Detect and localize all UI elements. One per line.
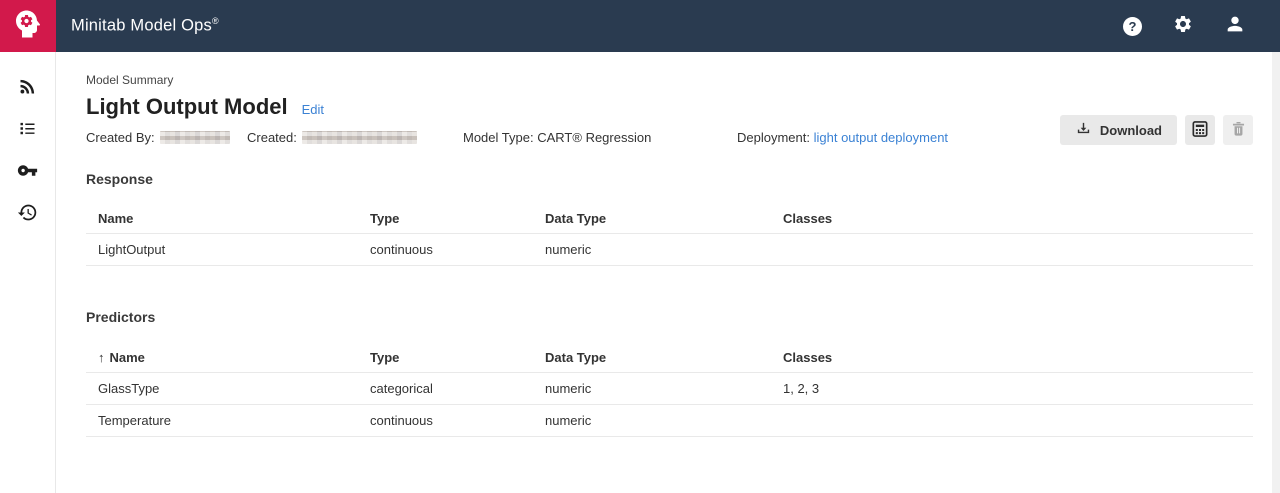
sidebar-item-feeds[interactable] — [17, 76, 38, 97]
sort-ascending-icon: ↑ — [98, 350, 105, 365]
download-icon — [1075, 120, 1092, 140]
response-col-classes[interactable]: Classes — [771, 203, 1253, 233]
response-section-heading: Response — [86, 171, 1253, 187]
predictors-col-name[interactable]: ↑Name — [86, 343, 358, 373]
created-by-label: Created By: — [86, 130, 155, 145]
cell-name: GlassType — [86, 373, 358, 405]
key-icon — [17, 168, 38, 185]
delete-button[interactable] — [1223, 115, 1253, 145]
account-icon[interactable] — [1224, 13, 1246, 40]
edit-link[interactable]: Edit — [302, 102, 324, 117]
scoring-grid-button[interactable] — [1185, 115, 1215, 145]
history-icon — [17, 210, 38, 227]
cell-type: continuous — [358, 405, 533, 437]
cell-data-type: numeric — [533, 373, 771, 405]
sidebar-item-history[interactable] — [17, 202, 38, 223]
sidebar-item-list[interactable] — [17, 118, 38, 139]
deployment-label: Deployment: — [737, 130, 810, 145]
response-col-data-type[interactable]: Data Type — [533, 203, 771, 233]
registered-mark: ® — [212, 16, 219, 26]
help-icon[interactable]: ? — [1123, 17, 1142, 36]
app-title: Minitab Model Ops® — [71, 16, 219, 36]
side-nav — [0, 52, 56, 493]
predictors-header-row: ↑Name Type Data Type Classes — [86, 343, 1253, 373]
sidebar-item-keys[interactable] — [17, 160, 38, 181]
deployment-link[interactable]: light output deployment — [814, 130, 948, 145]
cell-data-type: numeric — [533, 233, 771, 265]
predictors-col-data-type[interactable]: Data Type — [533, 343, 771, 373]
top-bar: Minitab Model Ops® ? — [0, 0, 1280, 52]
brand-logo[interactable] — [0, 0, 56, 52]
table-row: Temperature continuous numeric — [86, 405, 1253, 437]
created-by-value-redacted — [160, 131, 230, 144]
delete-icon — [1229, 119, 1248, 141]
predictors-col-type[interactable]: Type — [358, 343, 533, 373]
cell-name: Temperature — [86, 405, 358, 437]
response-header-row: Name Type Data Type Classes — [86, 203, 1253, 233]
table-row: LightOutput continuous numeric — [86, 233, 1253, 265]
cell-type: continuous — [358, 233, 533, 265]
predictors-col-classes[interactable]: Classes — [771, 343, 1253, 373]
cell-type: categorical — [358, 373, 533, 405]
model-type-label: Model Type: — [463, 130, 534, 145]
cell-classes: 1, 2, 3 — [771, 373, 1253, 405]
rss-feed-icon — [17, 84, 38, 101]
settings-gear-icon[interactable] — [1173, 14, 1193, 39]
response-col-type[interactable]: Type — [358, 203, 533, 233]
brand-head-gear-icon — [10, 6, 46, 47]
breadcrumb: Model Summary — [86, 73, 1253, 87]
table-row: GlassType categorical numeric 1, 2, 3 — [86, 373, 1253, 405]
download-button[interactable]: Download — [1060, 115, 1177, 145]
page-title: Light Output Model — [86, 94, 288, 120]
main-content: Model Summary Light Output Model Edit Cr… — [56, 52, 1280, 493]
toolbar: Download — [1060, 115, 1253, 145]
cell-name: LightOutput — [86, 233, 358, 265]
predictors-section-heading: Predictors — [86, 309, 1253, 325]
cell-classes — [771, 405, 1253, 437]
vertical-scrollbar[interactable] — [1272, 52, 1280, 493]
created-value-redacted — [302, 131, 417, 144]
created-label: Created: — [247, 130, 297, 145]
response-table: Name Type Data Type Classes LightOutput … — [86, 203, 1253, 266]
cell-data-type: numeric — [533, 405, 771, 437]
response-col-name[interactable]: Name — [86, 203, 358, 233]
predictors-table: ↑Name Type Data Type Classes GlassType c… — [86, 343, 1253, 438]
cell-classes — [771, 233, 1253, 265]
scoring-grid-icon — [1190, 119, 1210, 142]
list-icon — [17, 126, 38, 143]
model-type-value: CART® Regression — [537, 130, 651, 145]
